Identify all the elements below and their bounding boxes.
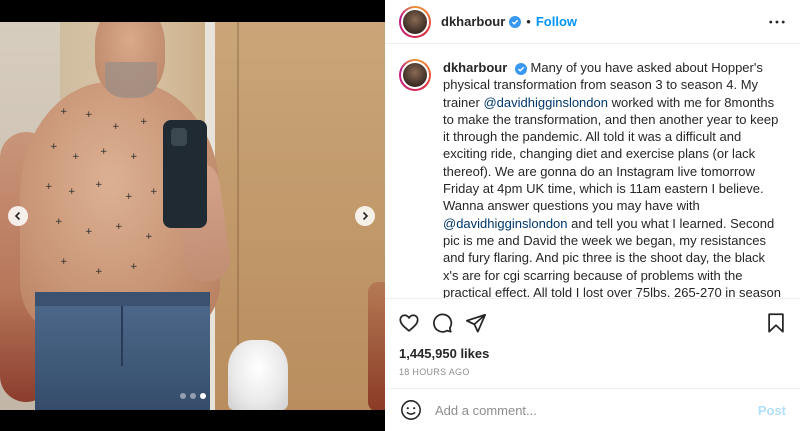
more-options-icon (769, 20, 785, 24)
follow-button[interactable]: Follow (536, 14, 577, 29)
chevron-right-icon (362, 211, 369, 221)
verified-badge-icon (514, 62, 527, 75)
carousel-indicator (0, 393, 385, 399)
more-options-button[interactable] (768, 13, 786, 31)
like-button[interactable] (397, 311, 421, 335)
mention-link[interactable]: @davidhigginslondon (483, 95, 608, 110)
post-header: dkharbour • Follow (385, 0, 800, 44)
header-username[interactable]: dkharbour (441, 14, 505, 29)
header-separator: • (526, 14, 531, 29)
caption-text: dkharbour Many of you have asked about H… (443, 59, 784, 298)
smiley-icon (401, 400, 421, 420)
comment-icon (433, 313, 453, 333)
caption-avatar[interactable] (399, 59, 431, 91)
post-photo: + + + + + + + + + + + + + + + + + + + + (0, 22, 385, 410)
chevron-left-icon (14, 211, 21, 221)
post-media: + + + + + + + + + + + + + + + + + + + + (0, 0, 385, 431)
likes-count[interactable]: 1,445,950 likes (399, 346, 489, 361)
photo-arm-right-edge (368, 282, 385, 410)
share-button[interactable] (464, 311, 488, 335)
mention-link[interactable]: @davidhigginslondon (443, 216, 568, 231)
action-bar (385, 298, 800, 342)
bookmark-icon (768, 313, 784, 333)
caption-body: worked with me for 8months to make the t… (443, 94, 779, 214)
comment-button[interactable] (430, 311, 454, 335)
post-panel: dkharbour • Follow dkharbour Many of you… (385, 0, 800, 431)
photo-beard (105, 62, 157, 98)
caption-area: dkharbour Many of you have asked about H… (385, 45, 800, 298)
heart-icon (399, 314, 419, 332)
carousel-dot (179, 393, 186, 399)
comment-input[interactable] (435, 402, 758, 418)
save-button[interactable] (764, 311, 788, 335)
emoji-button[interactable] (399, 398, 423, 422)
carousel-next-button[interactable] (355, 206, 375, 226)
comment-row: Post (385, 388, 800, 431)
photo-toilet (228, 340, 288, 410)
photo-phone (163, 120, 207, 228)
post-timestamp[interactable]: 18 HOURS AGO (399, 367, 470, 377)
carousel-dot (189, 393, 196, 399)
verified-badge-icon (509, 15, 522, 28)
carousel-prev-button[interactable] (8, 206, 28, 226)
avatar[interactable] (399, 5, 431, 38)
carousel-dot (199, 393, 206, 399)
post-comment-button[interactable]: Post (758, 403, 786, 418)
caption-username[interactable]: dkharbour (443, 60, 507, 75)
paper-plane-icon (465, 313, 487, 333)
